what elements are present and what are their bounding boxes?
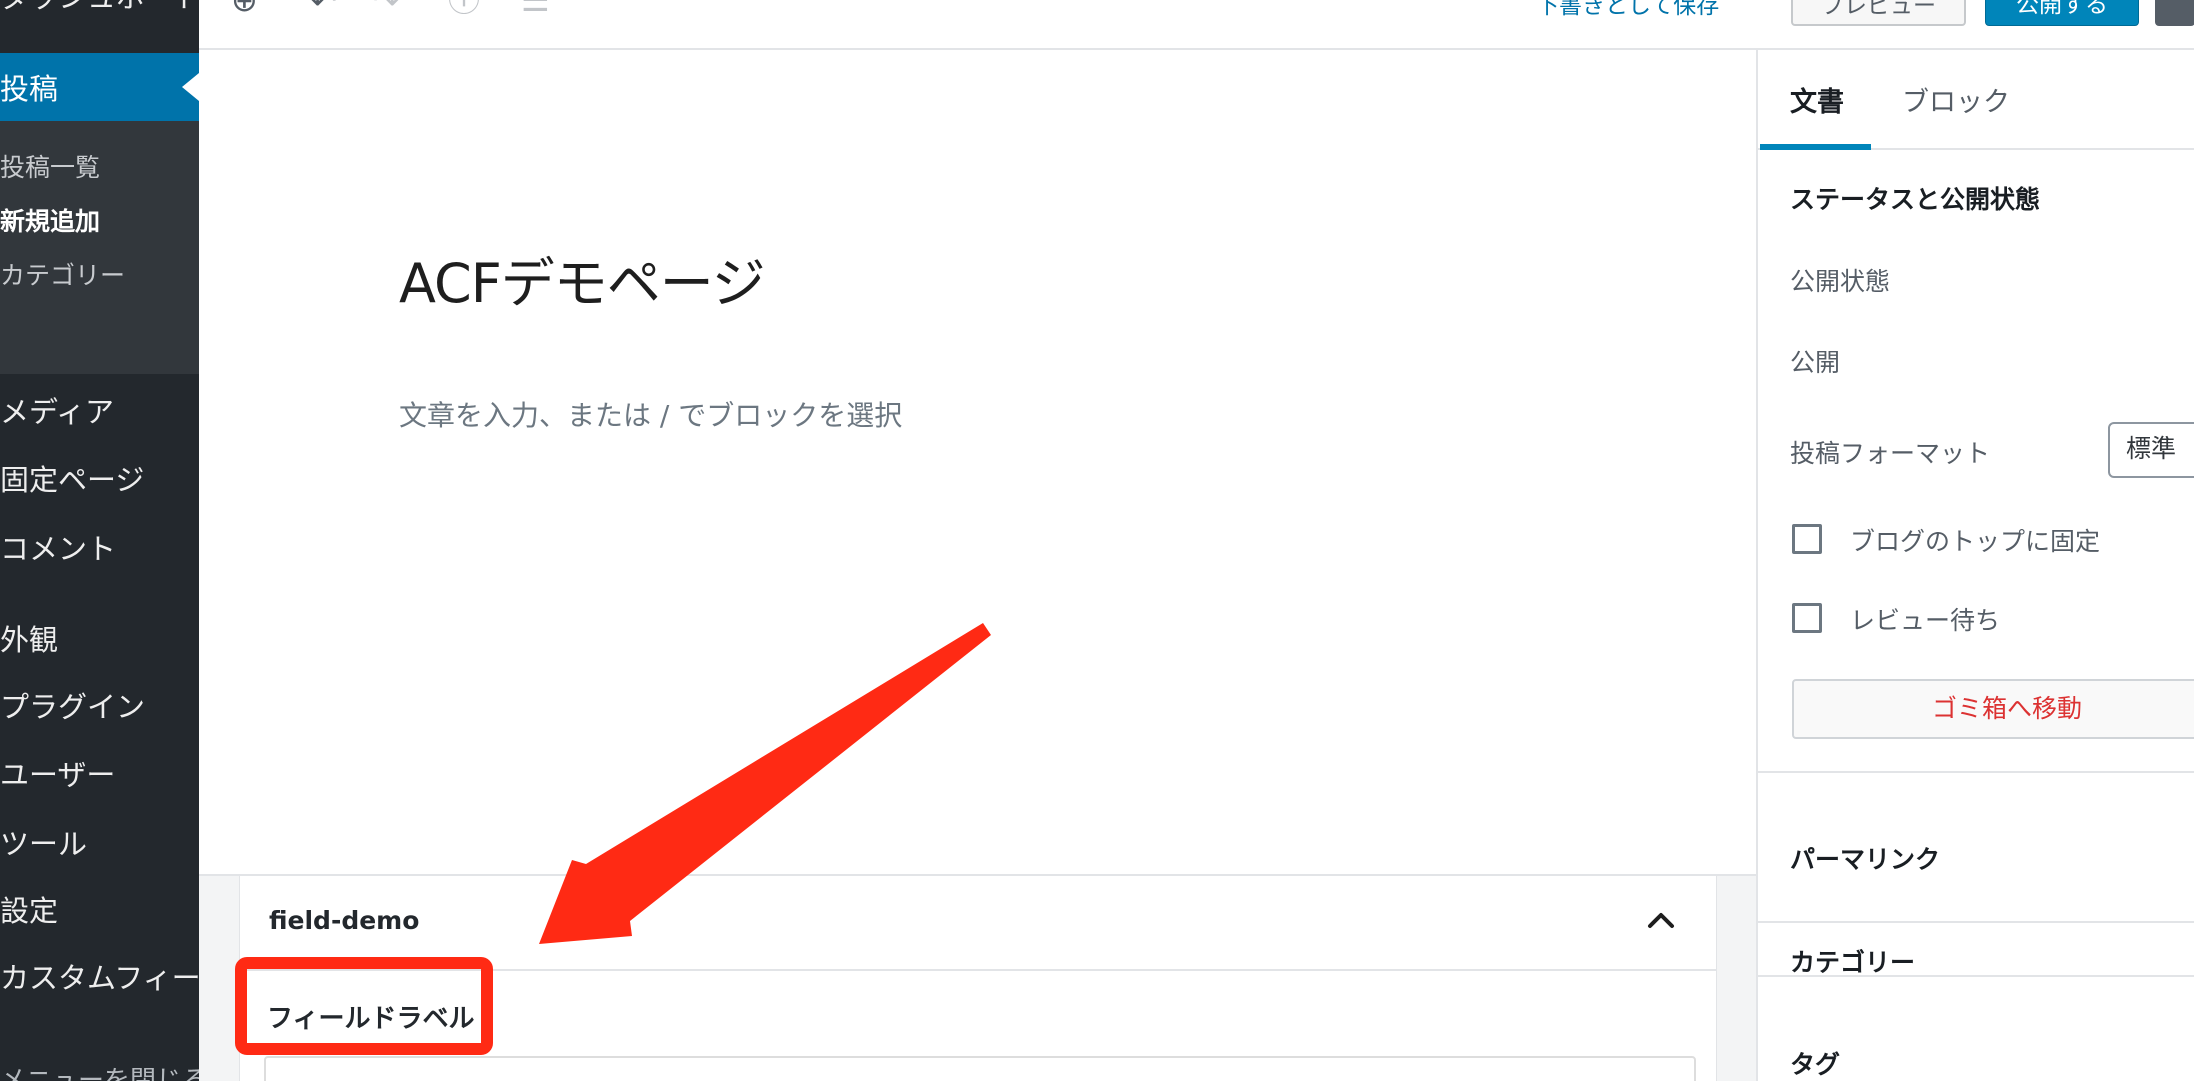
post-format-label: 投稿フォーマット bbox=[1790, 439, 1991, 468]
metabox-header[interactable]: field-demo bbox=[240, 876, 1716, 971]
menu-tools[interactable]: ツール bbox=[0, 821, 87, 863]
tab-document[interactable]: 文書 bbox=[1790, 80, 1844, 119]
menu-appearance[interactable]: 外観 bbox=[0, 617, 58, 659]
active-tab-indicator bbox=[1760, 144, 1871, 150]
menu-media[interactable]: メディア bbox=[0, 389, 114, 431]
metabox-title: field-demo bbox=[269, 906, 420, 935]
preview-button[interactable]: プレビュー bbox=[1791, 0, 1966, 26]
sticky-checkbox[interactable] bbox=[1792, 524, 1822, 554]
publish-label: 公開 bbox=[1790, 348, 1841, 377]
menu-settings[interactable]: 設定 bbox=[0, 888, 58, 930]
editor-canvas: ACFデモページ 文章を入力、または / でブロックを選択 bbox=[199, 50, 1756, 874]
chevron-up-icon[interactable] bbox=[1646, 906, 1676, 936]
pending-review-label: レビュー待ち bbox=[1850, 606, 2001, 635]
chevron-up-icon-graphic bbox=[1648, 913, 1674, 928]
field-label: フィールドラベル bbox=[267, 1004, 475, 1034]
settings-tabs: 文書 ブロック bbox=[1758, 50, 2194, 150]
menu-custom-fields[interactable]: カスタムフィールド bbox=[0, 955, 199, 997]
category-panel-heading[interactable]: カテゴリー bbox=[1790, 943, 1915, 979]
undo-icon[interactable]: ↶ bbox=[310, 0, 337, 17]
move-to-trash-button[interactable]: ゴミ箱へ移動 bbox=[1792, 679, 2194, 739]
submenu-categories[interactable]: カテゴリー bbox=[0, 256, 125, 292]
submenu-add-new[interactable]: 新規追加 bbox=[0, 202, 100, 238]
divider bbox=[1758, 921, 2194, 923]
permalink-panel-heading[interactable]: パーマリンク bbox=[1790, 840, 1940, 876]
menu-collapse[interactable]: メニューを閉じる bbox=[0, 1060, 199, 1081]
settings-sidebar: 文書 ブロック ステータスと公開状態 公開状態 公開 投稿フォーマット 標準 ブ… bbox=[1756, 50, 2194, 1081]
settings-toggle-button[interactable] bbox=[2155, 0, 2194, 26]
add-block-icon[interactable]: ⊕ bbox=[231, 0, 258, 16]
block-navigation-icon[interactable]: ☰ bbox=[521, 0, 550, 16]
post-format-select[interactable]: 標準 bbox=[2108, 422, 2194, 478]
acf-metabox: field-demo フィールドラベル bbox=[239, 876, 1717, 1081]
sticky-label: ブログのトップに固定 bbox=[1850, 527, 2101, 556]
visibility-label: 公開状態 bbox=[1790, 267, 1891, 296]
acf-metabox-area: field-demo フィールドラベル bbox=[199, 874, 1756, 1081]
block-placeholder[interactable]: 文章を入力、または / でブロックを選択 bbox=[399, 394, 902, 434]
field-input[interactable] bbox=[264, 1056, 1696, 1081]
active-menu-arrow-icon bbox=[182, 73, 199, 101]
save-draft-button[interactable]: 下書きとして保存 bbox=[1536, 0, 1719, 20]
divider bbox=[1758, 771, 2194, 773]
info-icon[interactable]: ⓘ bbox=[448, 0, 480, 16]
post-title[interactable]: ACFデモページ bbox=[399, 239, 766, 318]
menu-dashboard[interactable]: ダッシュボード bbox=[0, 0, 199, 16]
submenu-all-posts[interactable]: 投稿一覧 bbox=[0, 148, 100, 184]
divider bbox=[1758, 975, 2194, 977]
editor-toolbar: ⊕ ↶ ↷ ⓘ ☰ 下書きとして保存 プレビュー 公開する bbox=[199, 0, 2194, 50]
tags-panel-heading[interactable]: タグ bbox=[1790, 1045, 1840, 1081]
menu-pages[interactable]: 固定ページ bbox=[0, 457, 144, 499]
status-panel-heading[interactable]: ステータスと公開状態 bbox=[1790, 180, 2040, 216]
publish-button[interactable]: 公開する bbox=[1985, 0, 2139, 26]
tab-block[interactable]: ブロック bbox=[1902, 80, 2010, 119]
redo-icon[interactable]: ↷ bbox=[373, 0, 400, 17]
menu-posts[interactable]: 投稿 bbox=[0, 66, 58, 108]
admin-sidebar: ダッシュボード 投稿 投稿一覧 新規追加 カテゴリー メディア 固定ページ コメ… bbox=[0, 0, 199, 1081]
pending-review-checkbox[interactable] bbox=[1792, 603, 1822, 633]
menu-users[interactable]: ユーザー bbox=[0, 752, 115, 794]
menu-plugins[interactable]: プラグイン bbox=[0, 684, 145, 726]
menu-comments[interactable]: コメント bbox=[0, 526, 116, 568]
